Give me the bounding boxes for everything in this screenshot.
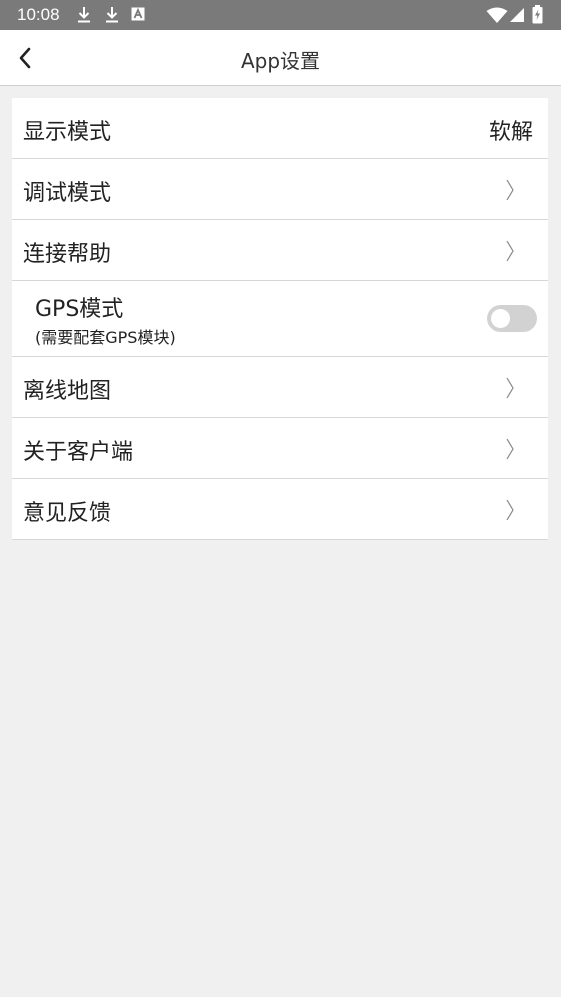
debug-mode-label: 调试模式	[23, 181, 112, 206]
gps-mode-toggle[interactable]	[487, 305, 537, 332]
about-label: 关于客户端	[23, 440, 134, 465]
gps-mode-sublabel: (需要配套GPS模块)	[35, 328, 176, 347]
download-icon	[106, 7, 118, 23]
chevron-right-icon	[506, 499, 514, 521]
toggle-knob	[491, 309, 510, 328]
debug-mode-row[interactable]: 调试模式	[12, 159, 548, 220]
feedback-label: 意见反馈	[23, 501, 112, 526]
chevron-right-icon	[506, 377, 514, 399]
chevron-right-icon	[506, 179, 514, 201]
connection-help-label: 连接帮助	[23, 242, 112, 267]
offline-map-row[interactable]: 离线地图	[12, 357, 548, 418]
wifi-icon	[486, 7, 508, 23]
feedback-row[interactable]: 意见反馈	[12, 479, 548, 540]
chevron-right-icon	[506, 240, 514, 262]
settings-list: 显示模式 软解 调试模式 连接帮助 GPS模式 (需要配套GPS模块) 离线地图…	[12, 98, 548, 540]
status-time: 10:08	[17, 5, 60, 24]
status-bar: 10:08	[0, 0, 561, 30]
gps-mode-label: GPS模式	[35, 297, 124, 322]
cellular-signal-icon	[510, 8, 524, 22]
about-row[interactable]: 关于客户端	[12, 418, 548, 479]
gps-mode-row: GPS模式 (需要配套GPS模块)	[12, 281, 548, 357]
battery-charging-icon	[532, 5, 543, 24]
connection-help-row[interactable]: 连接帮助	[12, 220, 548, 281]
display-mode-label: 显示模式	[23, 120, 112, 145]
display-mode-value: 软解	[488, 120, 533, 145]
page-title: App设置	[240, 49, 321, 73]
download-icon	[78, 7, 90, 23]
app-header: App设置	[0, 30, 561, 86]
a-badge-icon	[131, 7, 145, 21]
offline-map-label: 离线地图	[23, 379, 112, 404]
chevron-right-icon	[506, 438, 514, 460]
display-mode-row[interactable]: 显示模式 软解	[12, 98, 548, 159]
